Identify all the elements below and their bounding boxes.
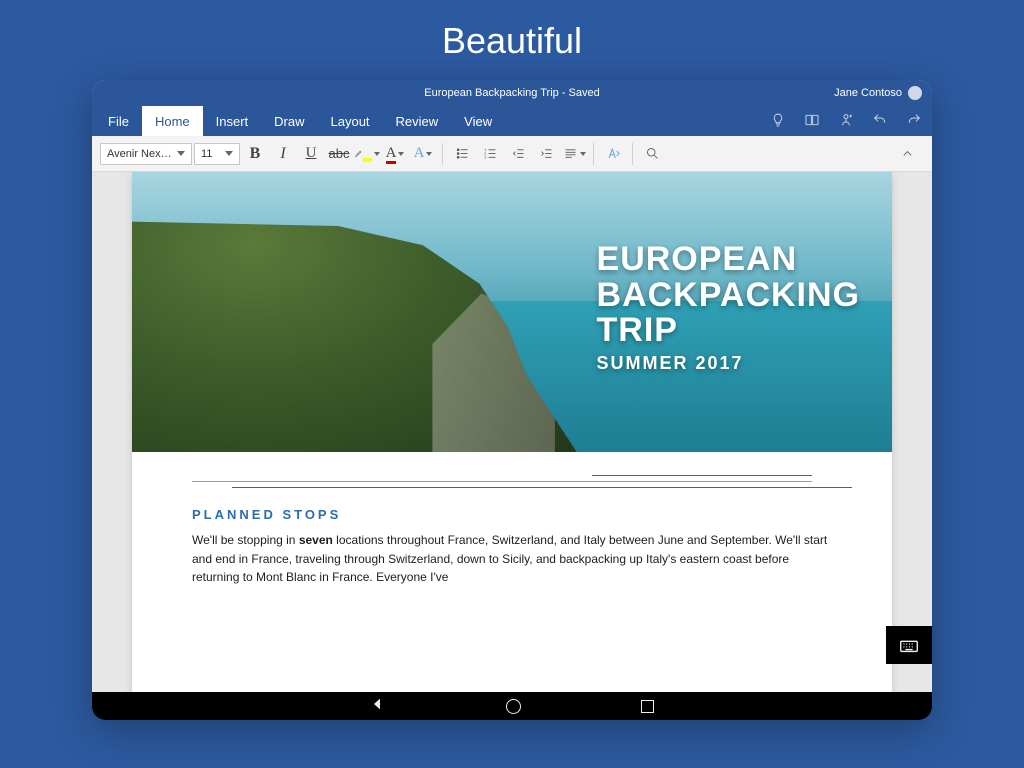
styles-button[interactable] — [600, 141, 626, 167]
paragraph-button[interactable] — [561, 141, 587, 167]
hero-subtitle: SUMMER 2017 — [597, 353, 860, 374]
user-name: Jane Contoso — [834, 87, 902, 99]
android-navbar — [92, 692, 932, 720]
bold-button[interactable]: B — [242, 141, 268, 167]
account-area[interactable]: Jane Contoso — [834, 86, 922, 100]
tab-home[interactable]: Home — [142, 106, 203, 136]
font-name-value: Avenir Nex… — [107, 148, 172, 160]
section-heading: PLANNED STOPS — [192, 505, 832, 525]
tab-insert[interactable]: Insert — [203, 106, 262, 136]
separator — [632, 143, 633, 165]
back-icon[interactable] — [370, 696, 386, 717]
numbering-button[interactable]: 123 — [477, 141, 503, 167]
font-size-value: 11 — [201, 148, 212, 160]
body-paragraph: We'll be stopping in seven locations thr… — [192, 531, 832, 587]
keyboard-toggle-button[interactable] — [886, 626, 932, 664]
underline-button[interactable]: U — [298, 141, 324, 167]
avatar — [908, 86, 922, 100]
document-body[interactable]: PLANNED STOPS We'll be stopping in seven… — [132, 499, 892, 597]
lightbulb-icon[interactable] — [770, 112, 786, 131]
hero-line2: BACKPACKING — [597, 278, 860, 314]
document-canvas[interactable]: EUROPEAN BACKPACKING TRIP SUMMER 2017 PL… — [92, 172, 932, 692]
tab-draw[interactable]: Draw — [261, 106, 317, 136]
separator — [593, 143, 594, 165]
collapse-ribbon-button[interactable] — [894, 141, 920, 167]
recents-icon[interactable] — [641, 700, 654, 713]
tab-file[interactable]: File — [92, 106, 142, 136]
accent-rules — [132, 452, 892, 499]
document-page: EUROPEAN BACKPACKING TRIP SUMMER 2017 PL… — [132, 172, 892, 692]
search-button[interactable] — [639, 141, 665, 167]
promo-headline: Beautiful — [442, 20, 582, 62]
font-effects-button[interactable]: A — [410, 141, 436, 167]
separator — [442, 143, 443, 165]
hero-title-block: EUROPEAN BACKPACKING TRIP SUMMER 2017 — [597, 242, 860, 374]
undo-icon[interactable] — [872, 112, 888, 131]
title-bar: European Backpacking Trip - Saved Jane C… — [92, 80, 932, 106]
hero-image: EUROPEAN BACKPACKING TRIP SUMMER 2017 — [132, 172, 892, 452]
strikethrough-button[interactable]: abc — [326, 141, 352, 167]
document-title: European Backpacking Trip - Saved — [424, 87, 600, 99]
ribbon-toolbar: Avenir Nex… 11 B I U abc A A 123 — [92, 136, 932, 172]
home-icon[interactable] — [506, 699, 521, 714]
ribbon-tabs: File Home Insert Draw Layout Review View — [92, 106, 932, 136]
highlight-button[interactable] — [354, 141, 380, 167]
italic-button[interactable]: I — [270, 141, 296, 167]
font-name-selector[interactable]: Avenir Nex… — [100, 143, 192, 165]
tab-view[interactable]: View — [451, 106, 505, 136]
redo-icon[interactable] — [906, 112, 922, 131]
increase-indent-button[interactable] — [533, 141, 559, 167]
tablet-frame: European Backpacking Trip - Saved Jane C… — [92, 80, 932, 720]
hero-line3: TRIP — [597, 313, 860, 349]
decrease-indent-button[interactable] — [505, 141, 531, 167]
reading-view-icon[interactable] — [804, 112, 820, 131]
bullets-button[interactable] — [449, 141, 475, 167]
word-app: European Backpacking Trip - Saved Jane C… — [92, 80, 932, 692]
font-size-selector[interactable]: 11 — [194, 143, 240, 165]
share-icon[interactable] — [838, 112, 854, 131]
tab-layout[interactable]: Layout — [318, 106, 383, 136]
svg-text:3: 3 — [484, 156, 486, 160]
font-color-button[interactable]: A — [382, 141, 408, 167]
hero-line1: EUROPEAN — [597, 242, 860, 278]
tab-review[interactable]: Review — [383, 106, 452, 136]
